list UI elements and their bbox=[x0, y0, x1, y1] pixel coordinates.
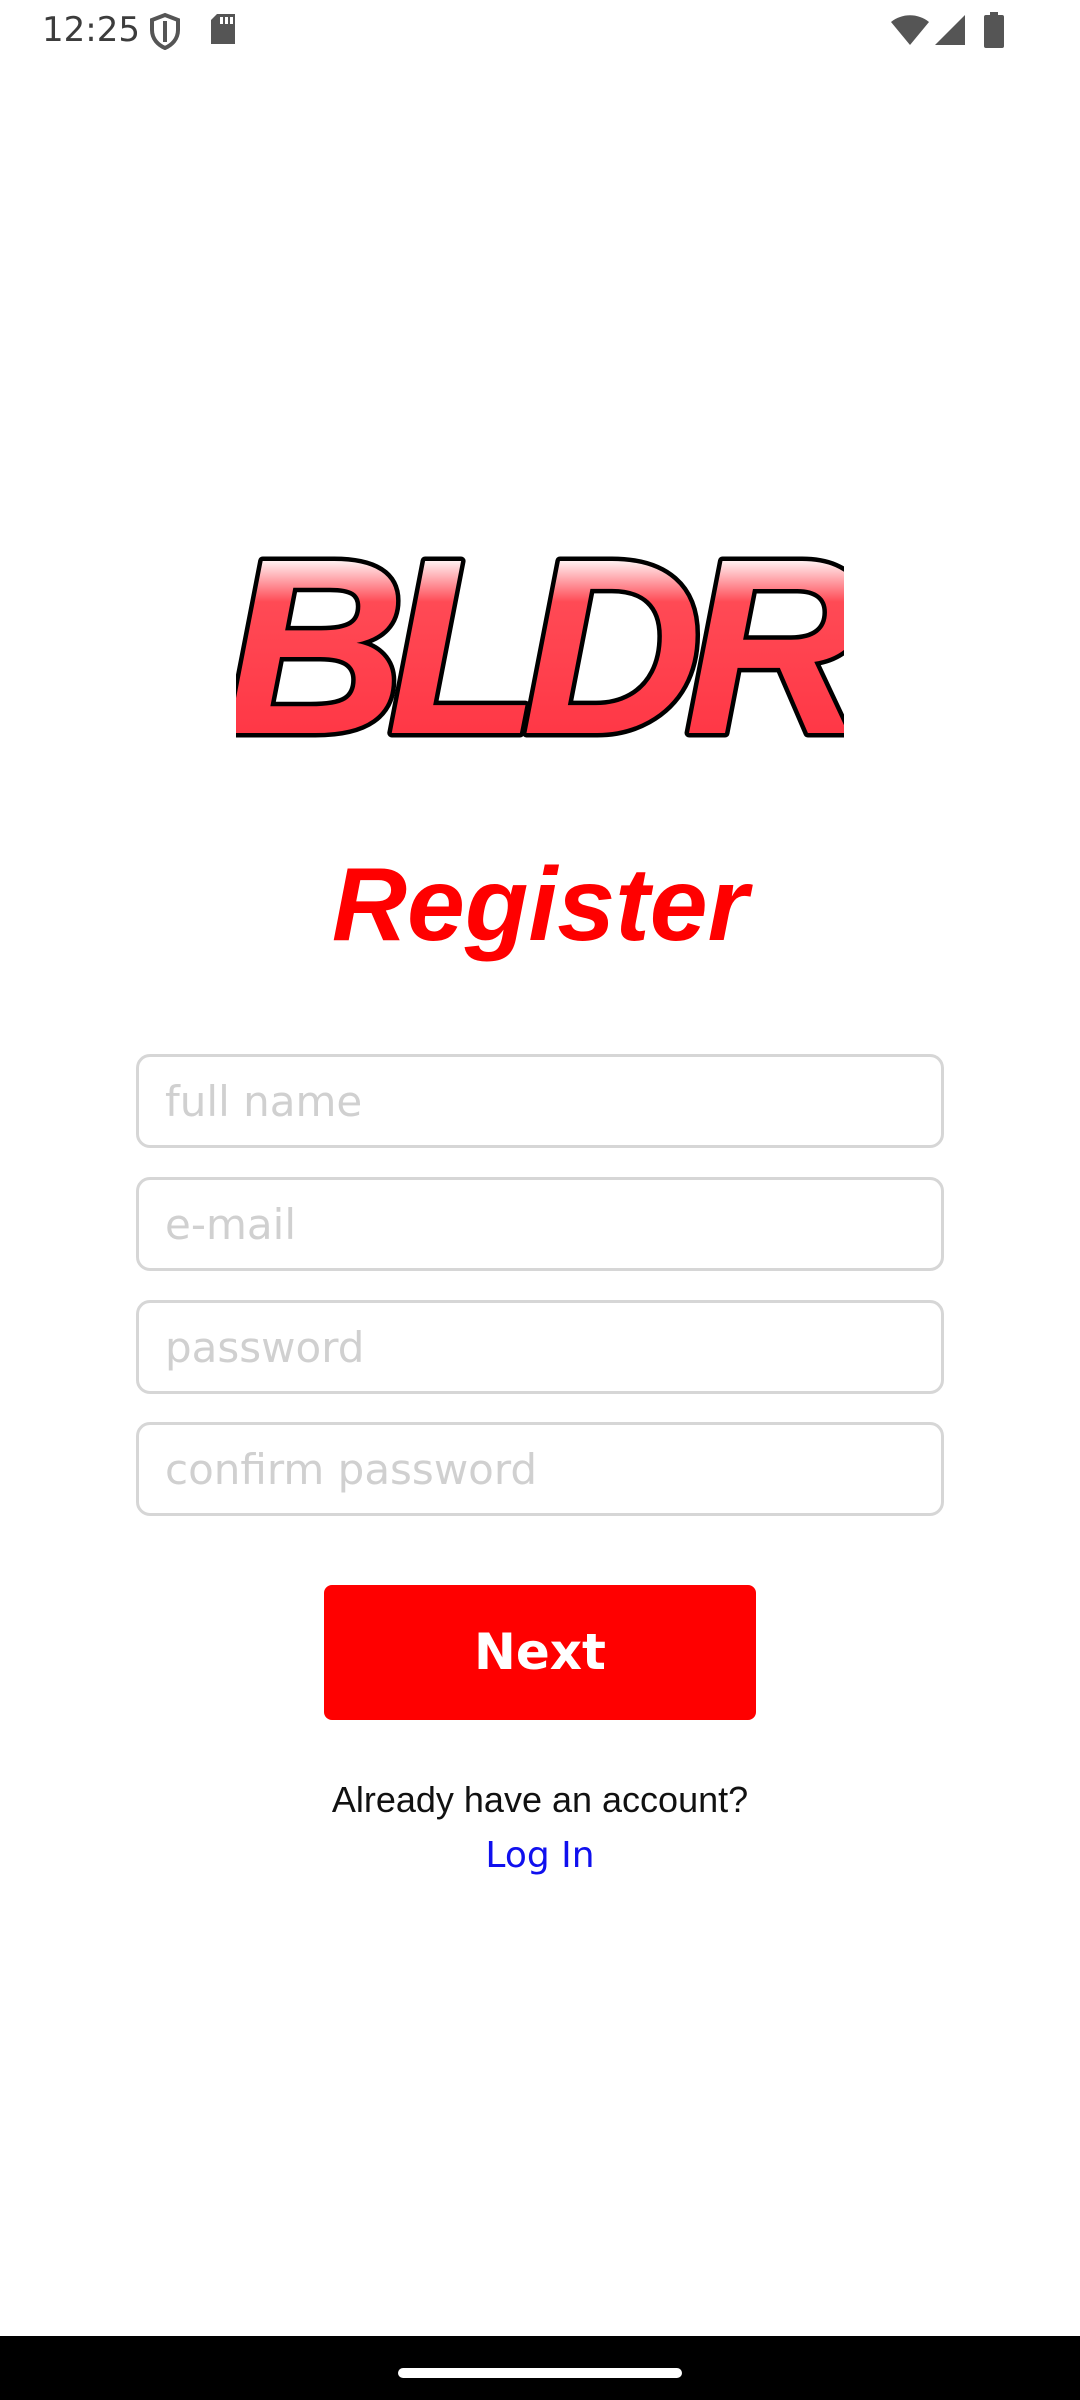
login-link[interactable]: Log In bbox=[440, 1834, 640, 1878]
sd-card-icon bbox=[209, 12, 237, 51]
password-field[interactable] bbox=[136, 1300, 944, 1394]
page-title: Register bbox=[331, 847, 749, 963]
status-time: 12:25 bbox=[42, 10, 140, 50]
status-bar: 12:25 bbox=[0, 0, 1080, 62]
home-handle[interactable] bbox=[398, 2368, 682, 2378]
cell-signal-icon bbox=[934, 14, 966, 51]
account-prompt: Already have an account? bbox=[331, 1779, 749, 1820]
next-button[interactable]: Next bbox=[324, 1585, 756, 1720]
email-field[interactable] bbox=[136, 1177, 944, 1271]
logo-text: BLDR bbox=[236, 540, 844, 755]
confirm-password-field[interactable] bbox=[136, 1422, 944, 1516]
full-name-field[interactable] bbox=[136, 1054, 944, 1148]
wifi-icon bbox=[890, 14, 930, 51]
bldr-logo: BLDR bbox=[220, 503, 886, 791]
battery-icon bbox=[984, 12, 1004, 53]
shield-icon bbox=[148, 12, 182, 55]
